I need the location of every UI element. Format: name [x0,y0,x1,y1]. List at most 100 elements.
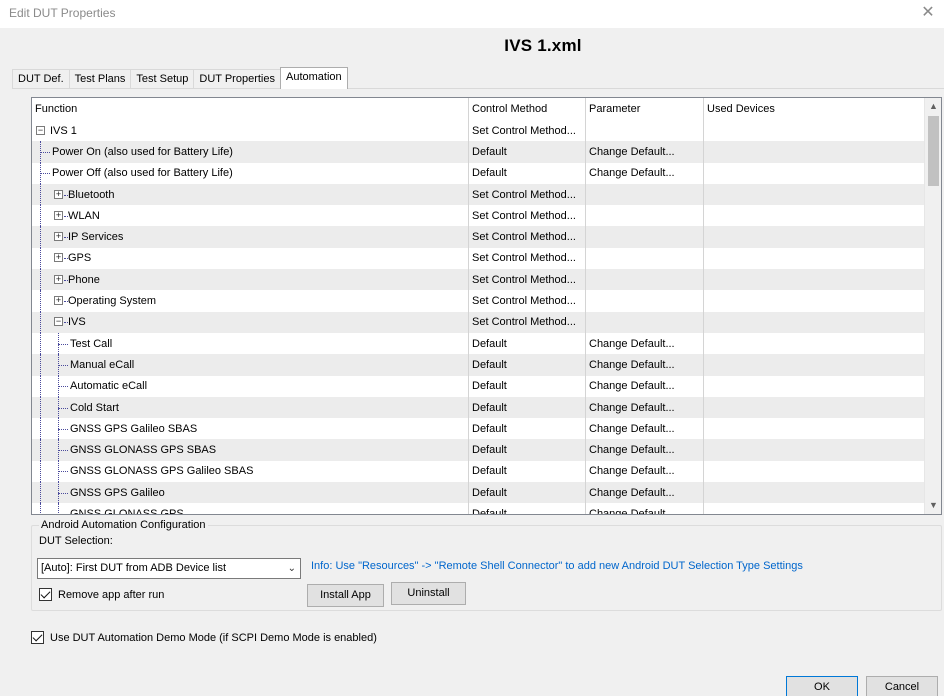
control-method-cell[interactable]: Set Control Method... [469,247,586,270]
parameter-cell[interactable]: Change Default... [586,375,704,397]
parameter-cell[interactable]: Change Default... [586,141,704,163]
table-row[interactable]: − IVS Set Control Method... [32,311,925,333]
dut-selection-dropdown[interactable]: [Auto]: First DUT from ADB Device list ⌄ [37,558,301,579]
tab-test-plans[interactable]: Test Plans [68,69,132,89]
ok-button[interactable]: OK [786,676,858,696]
collapse-icon[interactable]: − [36,125,45,135]
parameter-cell[interactable] [586,226,704,248]
tab-dut-properties[interactable]: DUT Properties [193,69,281,89]
function-cell[interactable]: + Phone [32,269,469,291]
parameter-cell[interactable]: Change Default... [586,439,704,461]
table-row[interactable]: GNSS GPS Galileo SBAS Default Change Defau… [32,418,925,440]
table-row[interactable]: Test Call Default Change Default... [32,332,925,355]
function-cell[interactable]: + GPS [32,247,469,270]
column-header-used-devices[interactable]: Used Devices [704,98,925,120]
table-row[interactable]: Cold Start Default Change Default... [32,396,925,419]
demo-mode-checkbox-row[interactable]: Use DUT Automation Demo Mode (if SCPI De… [31,631,377,644]
table-row[interactable]: Power Off (also used for Battery Life) De… [32,162,925,184]
expand-icon[interactable]: + [54,253,63,263]
control-method-cell[interactable]: Set Control Method... [469,120,586,142]
control-method-cell[interactable]: Set Control Method... [469,226,586,248]
control-method-cell[interactable]: Set Control Method... [469,183,586,206]
table-row[interactable]: + WLAN Set Control Method... [32,205,925,227]
function-cell[interactable]: GNSS GLONASS GPS [32,503,469,514]
parameter-cell[interactable]: Change Default... [586,162,704,184]
control-method-cell[interactable]: Default [469,375,586,397]
table-row[interactable]: Automatic eCall Default Change Default... [32,375,925,397]
function-cell[interactable]: Test Call [32,332,469,355]
parameter-cell[interactable] [586,290,704,312]
expand-icon[interactable]: + [54,232,63,242]
function-cell[interactable]: Automatic eCall [32,375,469,397]
tab-dut-def[interactable]: DUT Def. [12,69,70,89]
scroll-down-icon[interactable]: ▼ [925,497,941,514]
control-method-cell[interactable]: Default [469,141,586,163]
table-row[interactable]: Power On (also used for Battery Life) Def… [32,141,925,163]
parameter-cell[interactable]: Change Default... [586,418,704,440]
function-cell[interactable]: + Operating System [32,290,469,312]
parameter-cell[interactable] [586,120,704,142]
control-method-cell[interactable]: Set Control Method... [469,205,586,227]
function-cell[interactable]: Manual eCall [32,354,469,376]
control-method-cell[interactable]: Default [469,439,586,461]
control-method-cell[interactable]: Default [469,418,586,440]
parameter-cell[interactable]: Change Default... [586,354,704,376]
parameter-cell[interactable]: Change Default... [586,460,704,483]
expand-icon[interactable]: + [54,189,63,199]
parameter-cell[interactable] [586,269,704,291]
parameter-cell[interactable] [586,311,704,333]
control-method-cell[interactable]: Default [469,503,586,514]
control-method-cell[interactable]: Set Control Method... [469,269,586,291]
table-row[interactable]: + Bluetooth Set Control Method... [32,183,925,206]
expand-icon[interactable]: + [54,210,63,220]
function-cell[interactable]: + Bluetooth [32,183,469,206]
cancel-button[interactable]: Cancel [866,676,938,696]
expand-icon[interactable]: + [54,274,63,284]
function-cell[interactable]: − IVS 1 [32,120,469,142]
collapse-icon[interactable]: − [54,317,63,327]
function-cell[interactable]: Power Off (also used for Battery Life) [32,162,469,184]
control-method-cell[interactable]: Default [469,354,586,376]
demo-mode-checkbox[interactable] [31,631,44,644]
table-row[interactable]: GNSS GPS Galileo Default Change Default... [32,482,925,504]
remove-app-checkbox[interactable] [39,588,52,601]
control-method-cell[interactable]: Default [469,332,586,355]
scroll-up-icon[interactable]: ▲ [925,98,941,115]
install-app-button[interactable]: Install App [307,584,384,607]
column-header-control-method[interactable]: Control Method [469,98,586,120]
table-row[interactable]: + GPS Set Control Method... [32,247,925,270]
function-cell[interactable]: Power On (also used for Battery Life) [32,141,469,163]
table-row[interactable]: + IP Services Set Control Method... [32,226,925,248]
table-row[interactable]: Manual eCall Default Change Default... [32,354,925,376]
control-method-cell[interactable]: Default [469,482,586,504]
function-cell[interactable]: GNSS GPS Galileo [32,482,469,504]
column-header-parameter[interactable]: Parameter [586,98,704,120]
table-row[interactable]: GNSS GLONASS GPS Galileo SBAS Default Chan… [32,460,925,483]
table-row[interactable]: GNSS GLONASS GPS SBAS Default Change Defau… [32,439,925,461]
control-method-cell[interactable]: Set Control Method... [469,290,586,312]
tab-automation[interactable]: Automation [279,67,348,89]
control-method-cell[interactable]: Set Control Method... [469,311,586,333]
parameter-cell[interactable] [586,247,704,270]
parameter-cell[interactable] [586,205,704,227]
parameter-cell[interactable]: Change Default... [586,503,704,514]
column-header-function[interactable]: Function [32,98,469,120]
function-cell[interactable]: Cold Start [32,396,469,419]
function-cell[interactable]: + WLAN [32,205,469,227]
table-row[interactable]: + Operating System Set Control Method... [32,290,925,312]
uninstall-button[interactable]: Uninstall [391,582,466,605]
remove-app-checkbox-row[interactable]: Remove app after run [39,588,164,601]
table-row[interactable]: GNSS GLONASS GPS Default Change Default... [32,503,925,514]
control-method-cell[interactable]: Default [469,460,586,483]
parameter-cell[interactable]: Change Default... [586,396,704,419]
parameter-cell[interactable]: Change Default... [586,482,704,504]
function-cell[interactable]: GNSS GPS Galileo SBAS [32,418,469,440]
function-cell[interactable]: − IVS [32,311,469,333]
control-method-cell[interactable]: Default [469,162,586,184]
parameter-cell[interactable] [586,183,704,206]
scroll-thumb[interactable] [928,116,939,186]
close-icon[interactable]: ✕ [918,3,938,23]
parameter-cell[interactable]: Change Default... [586,332,704,355]
function-cell[interactable]: + IP Services [32,226,469,248]
table-row[interactable]: − IVS 1 Set Control Method... [32,120,925,142]
